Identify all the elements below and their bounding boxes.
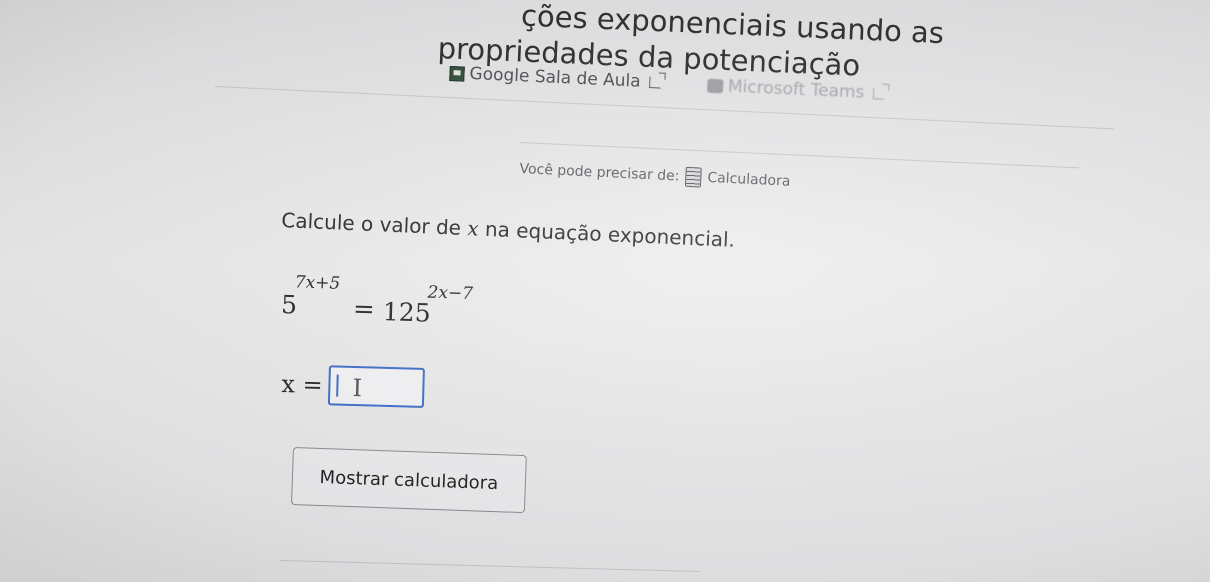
equals-sign: = [352, 294, 376, 325]
left-exponent: 7x+5 [294, 272, 341, 294]
calculator-icon [684, 166, 702, 188]
right-exponent: 2x−7 [427, 282, 474, 305]
show-calculator-label: Mostrar calculadora [319, 466, 499, 494]
question-variable: x [466, 216, 480, 241]
show-calculator-button[interactable]: Mostrar calculadora [290, 447, 527, 514]
external-link-icon [649, 76, 662, 89]
answer-row: x = I [281, 364, 426, 408]
footer-divider [279, 560, 700, 572]
ibeam-cursor-icon: I [352, 373, 363, 403]
exercise-page: ções exponenciais usando as propriedades… [0, 0, 1210, 582]
question-prompt-before: Calcule o valor de [280, 208, 462, 240]
tools-hint-prefix: Você pode precisar de: [519, 160, 680, 185]
tools-hint: Você pode precisar de: Calculadora [519, 159, 791, 192]
microsoft-teams-icon [706, 78, 724, 93]
external-link-icon [873, 86, 886, 100]
microsoft-teams-label: Microsoft Teams [727, 76, 865, 103]
tools-hint-calculator[interactable]: Calculadora [707, 170, 791, 190]
question-prompt: Calcule o valor de x na equação exponenc… [281, 208, 736, 252]
text-caret [336, 374, 340, 397]
right-base: 125 [382, 297, 432, 328]
question-prompt-after: na equação exponencial. [484, 216, 736, 252]
answer-label: x = [281, 369, 324, 400]
google-classroom-icon [449, 65, 465, 82]
answer-input[interactable]: I [328, 365, 426, 408]
left-base: 5 [280, 289, 298, 320]
